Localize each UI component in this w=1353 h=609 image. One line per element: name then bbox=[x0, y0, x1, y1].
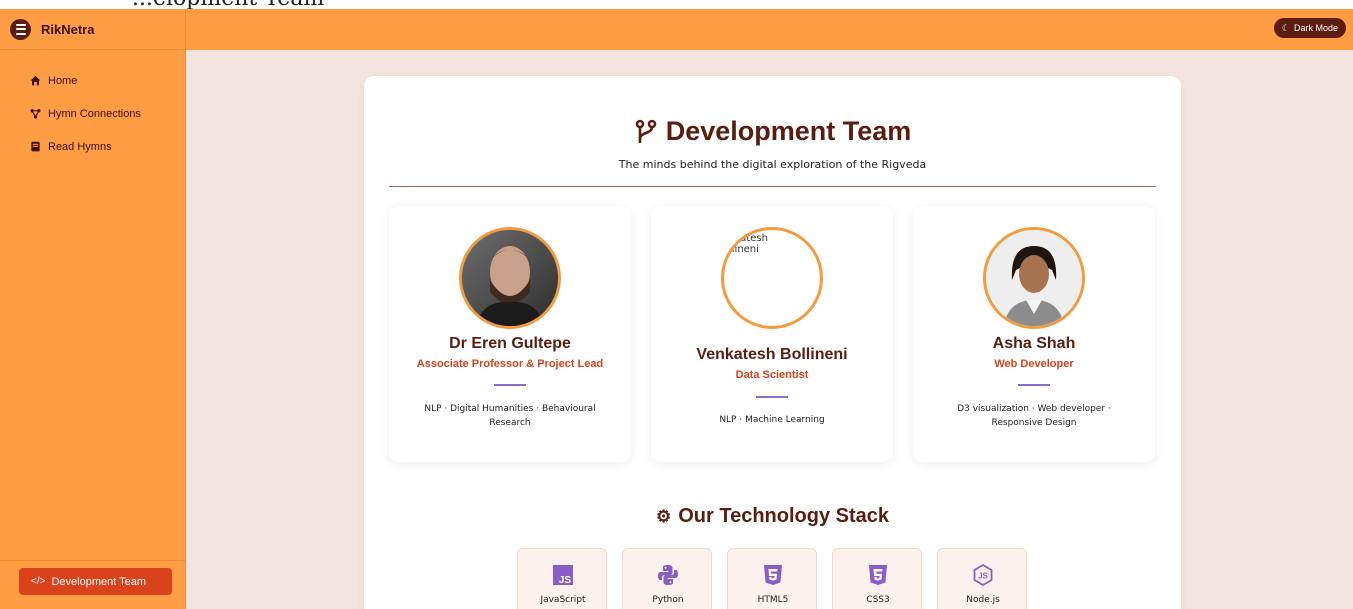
brand: RikNetra bbox=[0, 9, 185, 50]
member-role: Web Developer bbox=[994, 358, 1074, 370]
svg-text:JS: JS bbox=[559, 575, 572, 586]
tech-item-css3[interactable]: CSS3 bbox=[832, 548, 922, 609]
tech-label: CSS3 bbox=[866, 595, 890, 605]
dark-mode-button[interactable]: ☾ Dark Mode bbox=[1273, 18, 1346, 38]
page-title-text: Development Team bbox=[665, 116, 912, 146]
team-member-card: Venkatesh Bollineni Venkatesh Bollineni … bbox=[651, 206, 893, 462]
stack-title: ⚙ Our Technology Stack bbox=[364, 505, 1181, 528]
tech-label: HTML5 bbox=[757, 595, 789, 605]
team-member-card: Dr Eren Gultepe Associate Professor & Pr… bbox=[389, 206, 631, 462]
title-divider bbox=[389, 186, 1156, 187]
stack-title-text: Our Technology Stack bbox=[678, 505, 890, 527]
sidebar-item-label: Home bbox=[48, 74, 78, 87]
top-strip: ...elopment Team bbox=[0, 0, 1353, 11]
member-divider bbox=[494, 384, 526, 386]
member-divider bbox=[1018, 384, 1050, 386]
sidebar: RikNetra Home Hymn Connections Read Hymn… bbox=[0, 9, 186, 609]
dark-mode-label: Dark Mode bbox=[1293, 23, 1338, 33]
sidebar-item-development-team[interactable]: </> Development Team bbox=[19, 568, 172, 595]
tech-item-javascript[interactable]: JS JavaScript bbox=[517, 548, 607, 609]
development-team-card: Development Team The minds behind the di… bbox=[364, 76, 1181, 609]
tech-label: JavaScript bbox=[540, 595, 586, 605]
svg-text:JS: JS bbox=[978, 572, 988, 581]
team-member-card: Asha Shah Web Developer D3 visualization… bbox=[913, 206, 1155, 462]
home-icon bbox=[30, 75, 41, 86]
sidebar-item-read-hymns[interactable]: Read Hymns bbox=[0, 130, 185, 163]
code-icon: </> bbox=[31, 576, 46, 587]
tech-item-nodejs[interactable]: JS Node.js bbox=[937, 548, 1027, 609]
member-skills: NLP · Digital Humanities · Behavioural R… bbox=[424, 404, 596, 428]
member-photo bbox=[462, 230, 558, 326]
page-subtitle: The minds behind the digital exploration… bbox=[618, 158, 927, 171]
member-name: Asha Shah bbox=[992, 335, 1076, 352]
network-icon bbox=[30, 109, 41, 119]
html5-icon bbox=[764, 565, 782, 585]
book-icon bbox=[31, 141, 40, 152]
tech-item-python[interactable]: Python bbox=[622, 548, 712, 609]
member-role: Associate Professor & Project Lead bbox=[416, 358, 604, 370]
git-branch-icon bbox=[635, 119, 657, 143]
javascript-icon: JS bbox=[553, 565, 573, 586]
sidebar-item-label: Hymn Connections bbox=[48, 107, 141, 120]
gears-icon: ⚙ bbox=[655, 506, 672, 526]
nodejs-icon: JS bbox=[973, 563, 993, 587]
member-divider bbox=[756, 396, 788, 398]
avatar bbox=[983, 227, 1085, 329]
member-role: Data Scientist bbox=[735, 369, 809, 381]
member-photo bbox=[986, 230, 1082, 326]
avatar: Venkatesh Bollineni bbox=[721, 227, 823, 329]
member-skills: NLP · Machine Learning bbox=[719, 415, 825, 425]
moon-icon: ☾ bbox=[1281, 22, 1290, 33]
sidebar-item-home[interactable]: Home bbox=[0, 64, 185, 97]
broken-image-alt-text: Venkatesh Bollineni bbox=[721, 233, 768, 255]
python-icon bbox=[658, 565, 678, 585]
page-title: Development Team bbox=[364, 116, 1181, 147]
tech-label: Python bbox=[652, 595, 684, 605]
hamburger-icon bbox=[15, 23, 26, 26]
sidebar-divider bbox=[0, 560, 186, 561]
member-name: Venkatesh Bollineni bbox=[696, 346, 848, 363]
tech-item-html5[interactable]: HTML5 bbox=[727, 548, 817, 609]
top-header: ☾ Dark Mode bbox=[186, 9, 1353, 50]
sidebar-item-label: Development Team bbox=[51, 575, 147, 588]
menu-toggle-button[interactable] bbox=[10, 18, 31, 40]
sidebar-item-label: Read Hymns bbox=[48, 140, 112, 153]
tech-label: Node.js bbox=[966, 595, 1000, 605]
member-name: Dr Eren Gultepe bbox=[449, 335, 571, 352]
member-skills: D3 visualization · Web developer · Respo… bbox=[957, 404, 1111, 428]
sidebar-item-hymn-connections[interactable]: Hymn Connections bbox=[0, 97, 185, 130]
avatar bbox=[459, 227, 561, 329]
css3-icon bbox=[869, 565, 887, 585]
brand-name: RikNetra bbox=[41, 21, 95, 37]
sidebar-nav: Home Hymn Connections Read Hymns bbox=[0, 50, 185, 163]
